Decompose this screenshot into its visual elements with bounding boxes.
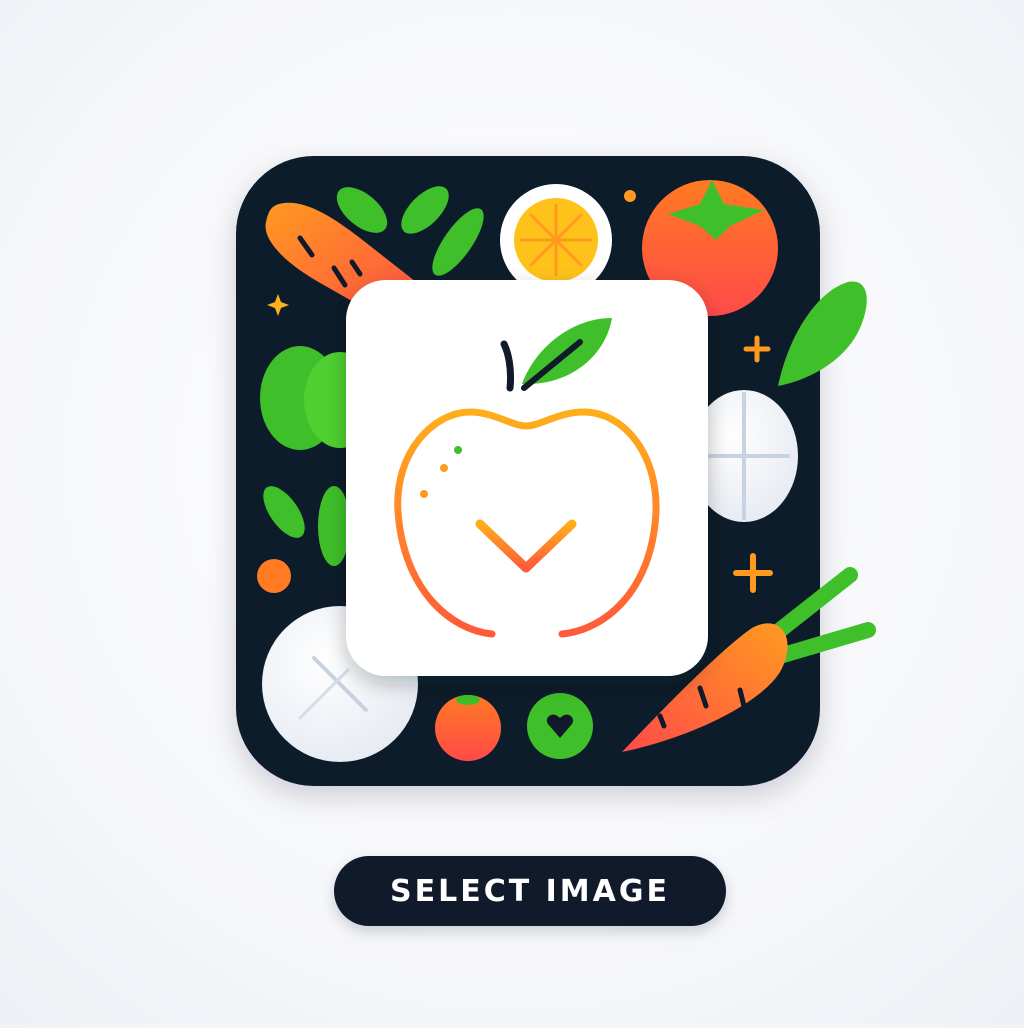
- orange-dot-icon: [257, 559, 291, 593]
- small-tomato-icon: [435, 695, 501, 761]
- green-pea-icon: [318, 486, 350, 566]
- heart-badge-icon: [527, 693, 593, 759]
- orange-slice-icon: [500, 184, 612, 296]
- sparkle-dot-icon: [624, 190, 636, 202]
- select-image-button[interactable]: SELECT IMAGE: [334, 856, 726, 926]
